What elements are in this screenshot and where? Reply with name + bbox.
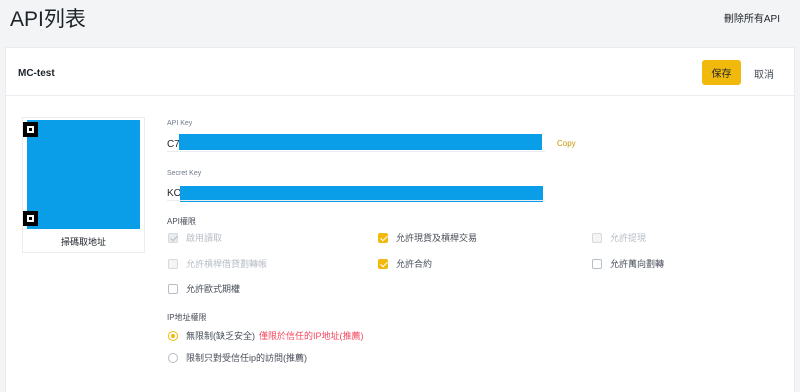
api-name: MC-test — [18, 68, 55, 79]
permission-withdrawals[interactable]: 允許提現 — [592, 231, 646, 244]
ip-restricted-radio[interactable]: 限制只對受信任ip的訪問(推薦) — [168, 351, 307, 364]
permission-label: 允許萬向劃轉 — [610, 259, 665, 269]
permission-margin-loan-transfer[interactable]: 允許槓桿借貸劃轉帳 — [168, 257, 267, 270]
radio-icon — [168, 330, 178, 341]
radio-label: 限制只對受信任ip的訪問(推薦) — [186, 353, 307, 363]
permission-label: 允許現貨及槓桿交易 — [396, 233, 478, 243]
permission-label: 允許合約 — [396, 259, 433, 269]
checkbox-icon — [592, 258, 602, 269]
checkbox-icon — [168, 283, 178, 294]
checkbox-icon — [378, 258, 388, 269]
api-key-value: C7 — [167, 139, 180, 150]
secret-key-label: Secret Key — [167, 170, 202, 177]
qr-finder-marker — [23, 122, 38, 137]
ip-access-label: IP地址權限 — [167, 313, 207, 322]
secret-key-underline — [167, 200, 545, 201]
permission-universal-transfer[interactable]: 允許萬向劃轉 — [592, 257, 664, 270]
ip-unrestricted-radio[interactable]: 無限制(缺乏安全) 僅限於信任的IP地址(推薦) — [168, 329, 364, 342]
api-card-header: MC-test 保存 取消 — [6, 48, 794, 96]
api-permissions-label: API權限 — [167, 217, 196, 226]
permission-label: 允許歐式期權 — [186, 284, 241, 294]
permission-futures[interactable]: 允許合約 — [378, 257, 432, 270]
api-key-redaction — [179, 134, 542, 150]
permission-spot-margin-trading[interactable]: 允許現貨及槓桿交易 — [378, 231, 477, 244]
radio-icon — [168, 352, 178, 363]
api-key-label: API Key — [167, 120, 193, 127]
page-title: API列表 — [10, 8, 86, 31]
cancel-button[interactable]: 取消 — [754, 66, 774, 81]
copy-api-key-button[interactable]: Copy — [557, 139, 576, 148]
qr-code-image — [23, 120, 140, 229]
api-key-underline — [167, 151, 545, 152]
save-button[interactable]: 保存 — [702, 60, 741, 85]
permission-european-options[interactable]: 允許歐式期權 — [168, 282, 240, 295]
delete-all-api-link[interactable]: 刪除所有API — [724, 10, 780, 25]
radio-label: 無限制(缺乏安全) — [186, 331, 255, 341]
qr-code-box: 掃碼取地址 — [22, 117, 145, 253]
api-card: MC-test 保存 取消 掃碼取地址 API Key C7 Copy Secr… — [5, 47, 795, 392]
ip-warning-text: 僅限於信任的IP地址(推薦) — [259, 331, 364, 341]
permission-label: 允許槓桿借貸劃轉帳 — [186, 259, 268, 269]
permission-enable-reading[interactable]: 啟用讀取 — [168, 231, 222, 244]
permission-label: 允許提現 — [610, 233, 647, 243]
checkbox-icon — [168, 232, 178, 243]
checkbox-icon — [168, 258, 178, 269]
checkbox-icon — [592, 232, 602, 243]
qr-finder-marker — [23, 211, 38, 226]
checkbox-icon — [378, 232, 388, 243]
permission-label: 啟用讀取 — [186, 233, 223, 243]
qr-caption: 掃碼取地址 — [60, 237, 106, 247]
